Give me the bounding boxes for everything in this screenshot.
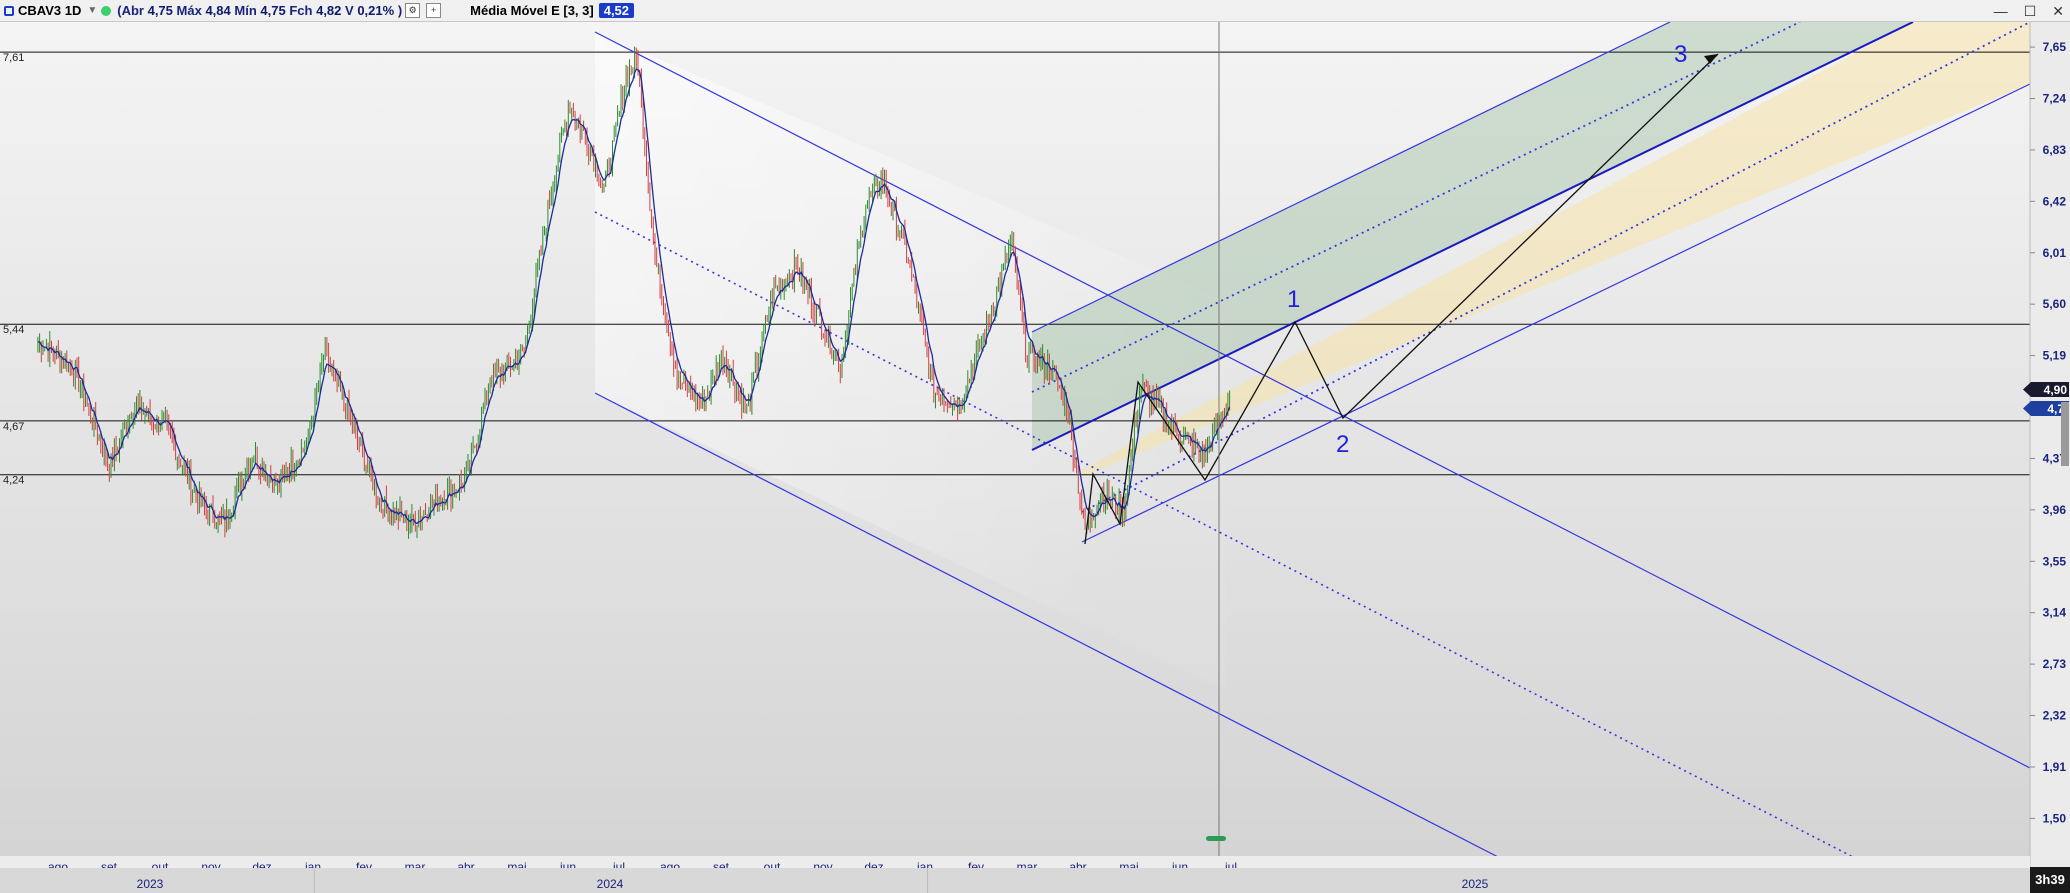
price-tick-2: 6,83 <box>2043 143 2067 157</box>
status-dot-icon <box>101 5 112 16</box>
year-tick-0: 2023 <box>137 877 164 891</box>
session-clock: 3h39 <box>2030 867 2070 893</box>
price-tick-6: 5,19 <box>2043 349 2067 363</box>
high-value: 4,84 <box>205 3 231 18</box>
open-value: 4,75 <box>147 3 173 18</box>
wave-label-3: 3 <box>1674 41 1687 68</box>
close-icon[interactable]: ✕ <box>2052 3 2064 20</box>
high-label: Máx <box>176 3 202 18</box>
price-chart[interactable]: 7,61 5,44 4,67 4,24 1 2 3 7,65 7,24 6,83 6,42 6… <box>0 22 2070 893</box>
price-tick-11: 3,14 <box>2043 606 2067 620</box>
low-value: 4,75 <box>260 3 286 18</box>
price-tick-12: 2,73 <box>2043 657 2067 671</box>
close-label: Fch <box>289 3 313 18</box>
price-tick-15: 1,50 <box>2043 811 2067 825</box>
variation-label: V <box>345 3 354 18</box>
window-controls: — ☐ ✕ <box>1994 0 2064 22</box>
level-label-0: 7,61 <box>3 52 24 64</box>
price-tick-3: 6,42 <box>2043 194 2067 208</box>
paren-close: ) <box>397 3 403 18</box>
price-tick-1: 7,24 <box>2043 92 2067 106</box>
price-tick-14: 1,91 <box>2043 760 2067 774</box>
chart-menu-icon[interactable] <box>4 5 14 16</box>
level-label-1: 5,44 <box>3 324 24 336</box>
price-tick-0: 7,65 <box>2043 40 2067 54</box>
wave-label-1: 1 <box>1287 286 1300 313</box>
open-label: (Abr <box>117 3 144 18</box>
add-indicator-icon[interactable]: + <box>426 3 442 18</box>
price-tick-5: 5,60 <box>2043 297 2067 311</box>
low-label: Mín <box>234 3 257 18</box>
price-tick-10: 3,55 <box>2043 554 2067 568</box>
price-tick-9: 3,96 <box>2043 503 2067 517</box>
symbol-label[interactable]: CBAV3 1D <box>18 3 81 18</box>
indicator-value: 4,52 <box>598 3 635 18</box>
current-price-label: 4,90 <box>2044 383 2068 397</box>
dropdown-icon[interactable]: ▼ <box>87 5 97 16</box>
price-tick-4: 6,01 <box>2043 246 2067 260</box>
year-tick-1: 2024 <box>597 877 624 891</box>
price-axis-scroll-handle[interactable] <box>2061 402 2069 466</box>
volume-marker[interactable] <box>1206 836 1226 841</box>
variation-value: 0,21% <box>357 3 395 18</box>
chart-header: CBAV3 1D ▼ (Abr 4,75 Máx 4,84 Mín 4,75 F… <box>0 0 2070 22</box>
indicator-name[interactable]: Média Móvel E [3, 3] <box>470 3 594 18</box>
maximize-icon[interactable]: ☐ <box>2024 3 2037 20</box>
level-label-2: 4,67 <box>3 421 24 433</box>
minimize-icon[interactable]: — <box>1994 3 2008 19</box>
level-label-3: 4,24 <box>3 475 24 487</box>
wave-label-2: 2 <box>1336 431 1349 458</box>
close-value: 4,82 <box>316 3 342 18</box>
year-axis[interactable] <box>0 868 2030 893</box>
settings-icon[interactable]: ⚙ <box>405 3 421 18</box>
price-tick-13: 2,32 <box>2043 709 2067 723</box>
year-tick-2: 2025 <box>1462 877 1489 891</box>
